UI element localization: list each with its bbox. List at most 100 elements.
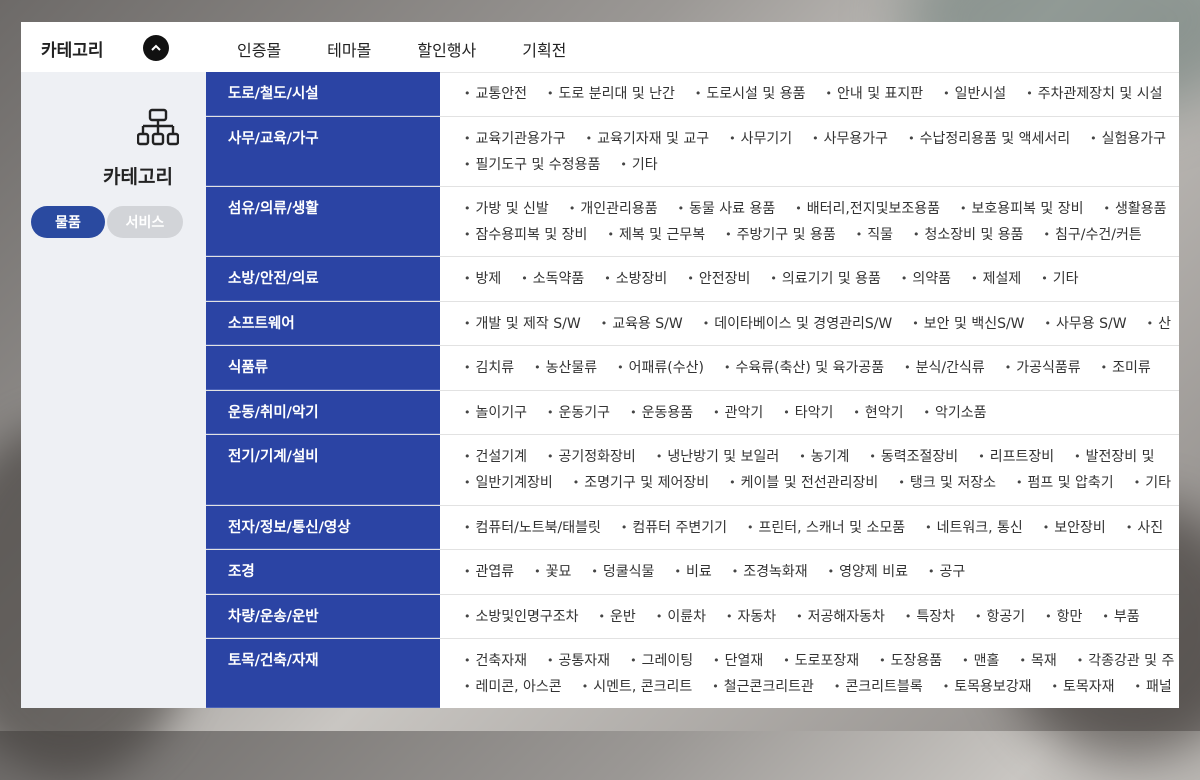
subcategory-link[interactable]: 영양제 비료 — [828, 564, 908, 580]
subcategory-link[interactable]: 제복 및 근무복 — [607, 227, 705, 243]
subcategory-link[interactable]: 부품 — [1102, 609, 1140, 625]
subcategory-link[interactable]: 덩쿨식물 — [591, 564, 655, 580]
subcategory-link[interactable]: 패널 — [1135, 679, 1172, 695]
subcategory-link[interactable]: 펌프 및 압축기 — [1016, 475, 1114, 491]
subcategory-link[interactable]: 맨홀 — [962, 653, 1000, 669]
subcategory-link[interactable]: 교통안전 — [464, 86, 528, 102]
subcategory-link[interactable]: 기타 — [1041, 271, 1079, 287]
subcategory-link[interactable]: 교육용 S/W — [601, 316, 683, 332]
category-heading[interactable]: 차량/운송/운반 — [206, 595, 440, 638]
subcategory-link[interactable]: 도로포장재 — [783, 653, 859, 669]
subcategory-link[interactable]: 생활용품 — [1103, 201, 1167, 217]
subcategory-link[interactable]: 사무용 S/W — [1045, 316, 1127, 332]
subcategory-link[interactable]: 탱크 및 저장소 — [898, 475, 996, 491]
category-heading[interactable]: 소방/안전/의료 — [206, 257, 440, 301]
subcategory-link[interactable]: 보안 및 백신S/W — [912, 316, 1025, 332]
subcategory-link[interactable]: 관악기 — [713, 405, 764, 421]
subcategory-link[interactable]: 토목자재 — [1051, 679, 1115, 695]
category-heading[interactable]: 도로/철도/시설 — [206, 72, 440, 116]
subcategory-link[interactable]: 교육기자재 및 교구 — [586, 131, 709, 147]
subcategory-link[interactable]: 교육기관용가구 — [464, 131, 566, 147]
subcategory-link[interactable]: 토목용보강재 — [943, 679, 1031, 695]
subcategory-link[interactable]: 항만 — [1045, 609, 1083, 625]
subcategory-link[interactable]: 조미류 — [1101, 360, 1151, 376]
subcategory-link[interactable]: 꽃묘 — [534, 564, 572, 580]
subcategory-link[interactable]: 안전장비 — [687, 271, 751, 287]
subcategory-link[interactable]: 항공기 — [975, 609, 1026, 625]
subcategory-link[interactable]: 일반기계장비 — [464, 475, 553, 491]
subcategory-link[interactable]: 배터리,전지및보조용품 — [795, 201, 940, 217]
subcategory-link[interactable]: 도장용품 — [879, 653, 943, 669]
subcategory-link[interactable]: 사진 — [1126, 520, 1163, 536]
subcategory-link[interactable]: 소독약품 — [521, 271, 585, 287]
subcategory-link[interactable]: 어패류(수산) — [617, 360, 704, 376]
subcategory-link[interactable]: 타악기 — [783, 405, 834, 421]
category-heading[interactable]: 전기/기계/설비 — [206, 435, 440, 505]
category-heading[interactable]: 토목/건축/자재 — [206, 639, 440, 708]
subcategory-link[interactable]: 놀이기구 — [464, 405, 528, 421]
subcategory-link[interactable]: 운동기구 — [547, 405, 611, 421]
subcategory-link[interactable]: 의약품 — [901, 271, 951, 287]
subcategory-link[interactable]: 주차관제장치 및 시설 — [1026, 86, 1163, 102]
subcategory-link[interactable]: 분식/간식류 — [904, 360, 985, 376]
subcategory-link[interactable]: 김치류 — [464, 360, 515, 376]
subcategory-link[interactable]: 각종강관 및 주 — [1077, 653, 1174, 669]
subcategory-link[interactable]: 잠수용피복 및 장비 — [464, 227, 588, 243]
subcategory-link[interactable]: 수납정리용품 및 액세서리 — [908, 131, 1071, 147]
subcategory-link[interactable]: 산 — [1147, 316, 1171, 332]
subcategory-link[interactable]: 방제 — [464, 271, 502, 287]
subcategory-link[interactable]: 조명기구 및 제어장비 — [573, 475, 709, 491]
subcategory-link[interactable]: 리프트장비 — [978, 449, 1054, 465]
category-heading[interactable]: 소프트웨어 — [206, 302, 440, 345]
subcategory-link[interactable]: 기타 — [1134, 475, 1171, 491]
category-heading[interactable]: 전자/정보/통신/영상 — [206, 506, 440, 549]
subcategory-link[interactable]: 직물 — [856, 227, 893, 243]
nav-special-exhibition[interactable]: 기획전 — [522, 37, 566, 61]
subcategory-link[interactable]: 컴퓨터/노트북/태블릿 — [464, 520, 601, 536]
category-heading[interactable]: 조경 — [206, 550, 440, 594]
subcategory-link[interactable]: 도로 분리대 및 난간 — [547, 86, 675, 102]
subcategory-link[interactable]: 소방장비 — [604, 271, 668, 287]
subcategory-link[interactable]: 운동용품 — [630, 405, 694, 421]
subcategory-link[interactable]: 도로시설 및 용품 — [695, 86, 805, 102]
subcategory-link[interactable]: 발전장비 및 — [1074, 449, 1155, 465]
subcategory-link[interactable]: 단열재 — [713, 653, 764, 669]
category-heading[interactable]: 섬유/의류/생활 — [206, 187, 440, 256]
subcategory-link[interactable]: 건설기계 — [464, 449, 528, 465]
subcategory-link[interactable]: 목재 — [1019, 653, 1057, 669]
subcategory-link[interactable]: 개인관리용품 — [569, 201, 657, 217]
subcategory-link[interactable]: 필기도구 및 수정용품 — [464, 157, 601, 173]
category-menu-title[interactable]: 카테고리 — [41, 36, 104, 61]
subcategory-link[interactable]: 동물 사료 용품 — [678, 201, 775, 217]
collapse-button[interactable] — [143, 35, 169, 61]
subcategory-link[interactable]: 이륜차 — [656, 609, 706, 625]
nav-certified-mall[interactable]: 인증몰 — [237, 37, 281, 61]
subcategory-link[interactable]: 자동차 — [726, 609, 776, 625]
subcategory-link[interactable]: 컴퓨터 주변기기 — [621, 520, 727, 536]
subcategory-link[interactable]: 가방 및 신발 — [464, 201, 549, 217]
subcategory-link[interactable]: 보호용피복 및 장비 — [960, 201, 1084, 217]
subcategory-link[interactable]: 관엽류 — [464, 564, 515, 580]
subcategory-link[interactable]: 안내 및 표지판 — [825, 86, 923, 102]
subcategory-link[interactable]: 비료 — [674, 564, 712, 580]
subcategory-link[interactable]: 특장차 — [905, 609, 955, 625]
subcategory-link[interactable]: 악기소품 — [924, 405, 987, 421]
subcategory-link[interactable]: 침구/수건/커튼 — [1044, 227, 1142, 243]
subcategory-link[interactable]: 프린터, 스캐너 및 소모품 — [747, 520, 905, 536]
subcategory-link[interactable]: 주방기구 및 용품 — [725, 227, 836, 243]
subcategory-link[interactable]: 케이블 및 전선관리장비 — [729, 475, 879, 491]
subcategory-link[interactable]: 일반시설 — [943, 86, 1007, 102]
subcategory-link[interactable]: 개발 및 제작 S/W — [464, 316, 581, 332]
subcategory-link[interactable]: 조경녹화재 — [732, 564, 807, 580]
subcategory-link[interactable]: 사무용가구 — [812, 131, 888, 147]
subcategory-link[interactable]: 사무기기 — [729, 131, 793, 147]
nav-theme-mall[interactable]: 테마몰 — [327, 37, 371, 61]
subcategory-link[interactable]: 시멘트, 콘크리트 — [582, 679, 692, 695]
subcategory-link[interactable]: 청소장비 및 용품 — [913, 227, 1023, 243]
subcategory-link[interactable]: 동력조절장비 — [869, 449, 958, 465]
subcategory-link[interactable]: 공기정화장비 — [547, 449, 636, 465]
service-toggle-button[interactable]: 서비스 — [107, 206, 183, 238]
category-heading[interactable]: 사무/교육/가구 — [206, 117, 440, 186]
subcategory-link[interactable]: 가공식품류 — [1005, 360, 1080, 376]
subcategory-link[interactable]: 현악기 — [853, 405, 904, 421]
